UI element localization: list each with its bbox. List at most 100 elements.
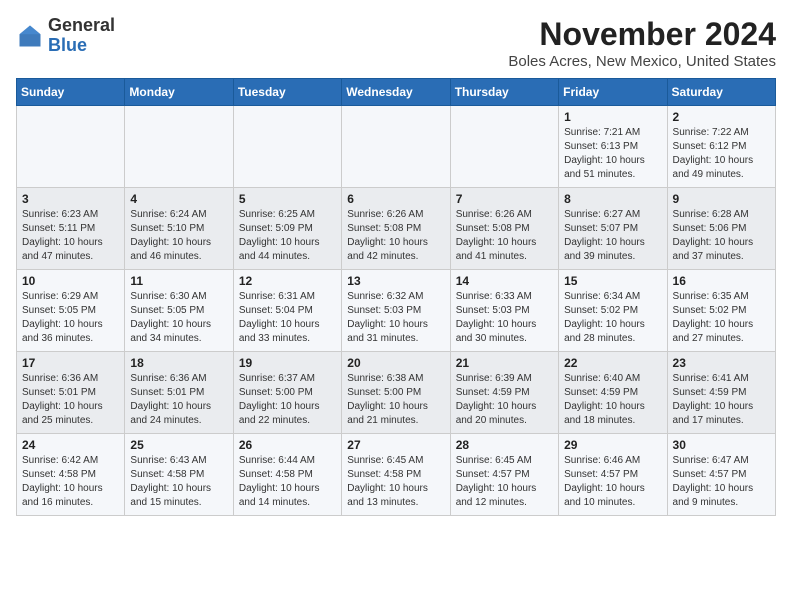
cell-info: Sunrise: 6:31 AM Sunset: 5:04 PM Dayligh… [239, 290, 336, 346]
week-row-5: 24 Sunrise: 6:42 AM Sunset: 4:58 PM Dayli… [17, 434, 776, 516]
weekday-header-row: SundayMondayTuesdayWednesdayThursdayFrid… [17, 79, 776, 106]
calendar-cell: 29 Sunrise: 6:46 AM Sunset: 4:57 PM Dayli… [559, 434, 667, 516]
calendar-cell [342, 106, 450, 188]
calendar-cell: 25 Sunrise: 6:43 AM Sunset: 4:58 PM Dayli… [125, 434, 233, 516]
calendar-cell: 18 Sunrise: 6:36 AM Sunset: 5:01 PM Dayli… [125, 352, 233, 434]
day-number: 7 [456, 192, 553, 206]
day-number: 16 [673, 274, 770, 288]
calendar-cell: 9 Sunrise: 6:28 AM Sunset: 5:06 PM Daylig… [667, 188, 775, 270]
week-row-3: 10 Sunrise: 6:29 AM Sunset: 5:05 PM Dayli… [17, 270, 776, 352]
calendar-cell: 2 Sunrise: 7:22 AM Sunset: 6:12 PM Daylig… [667, 106, 775, 188]
logo-text: General Blue [48, 16, 115, 56]
week-row-1: 1 Sunrise: 7:21 AM Sunset: 6:13 PM Daylig… [17, 106, 776, 188]
calendar-cell: 22 Sunrise: 6:40 AM Sunset: 4:59 PM Dayli… [559, 352, 667, 434]
day-number: 11 [130, 274, 227, 288]
weekday-header-thursday: Thursday [450, 79, 558, 106]
cell-info: Sunrise: 6:45 AM Sunset: 4:58 PM Dayligh… [347, 454, 444, 510]
calendar-cell: 6Sunrise: 6:26 AM Sunset: 5:08 PM Daylig… [342, 188, 450, 270]
week-row-2: 3Sunrise: 6:23 AM Sunset: 5:11 PM Daylig… [17, 188, 776, 270]
cell-info: Sunrise: 6:36 AM Sunset: 5:01 PM Dayligh… [130, 372, 227, 428]
cell-info: Sunrise: 6:43 AM Sunset: 4:58 PM Dayligh… [130, 454, 227, 510]
calendar-cell: 15Sunrise: 6:34 AM Sunset: 5:02 PM Dayli… [559, 270, 667, 352]
cell-info: Sunrise: 6:38 AM Sunset: 5:00 PM Dayligh… [347, 372, 444, 428]
calendar-cell: 3Sunrise: 6:23 AM Sunset: 5:11 PM Daylig… [17, 188, 125, 270]
day-number: 10 [22, 274, 119, 288]
day-number: 18 [130, 356, 227, 370]
day-number: 1 [564, 110, 661, 124]
cell-info: Sunrise: 6:33 AM Sunset: 5:03 PM Dayligh… [456, 290, 553, 346]
day-number: 4 [130, 192, 227, 206]
week-row-4: 17 Sunrise: 6:36 AM Sunset: 5:01 PM Dayli… [17, 352, 776, 434]
month-title: November 2024 [508, 16, 776, 53]
day-number: 30 [673, 438, 770, 452]
cell-info: Sunrise: 6:42 AM Sunset: 4:58 PM Dayligh… [22, 454, 119, 510]
cell-info: Sunrise: 6:44 AM Sunset: 4:58 PM Dayligh… [239, 454, 336, 510]
calendar-cell [233, 106, 341, 188]
day-number: 12 [239, 274, 336, 288]
day-number: 5 [239, 192, 336, 206]
cell-info: Sunrise: 6:24 AM Sunset: 5:10 PM Dayligh… [130, 208, 227, 264]
logo: General Blue [16, 16, 115, 56]
day-number: 24 [22, 438, 119, 452]
cell-info: Sunrise: 6:40 AM Sunset: 4:59 PM Dayligh… [564, 372, 661, 428]
cell-info: Sunrise: 6:28 AM Sunset: 5:06 PM Dayligh… [673, 208, 770, 264]
day-number: 3 [22, 192, 119, 206]
calendar-cell [17, 106, 125, 188]
day-number: 17 [22, 356, 119, 370]
day-number: 9 [673, 192, 770, 206]
cell-info: Sunrise: 6:45 AM Sunset: 4:57 PM Dayligh… [456, 454, 553, 510]
day-number: 26 [239, 438, 336, 452]
cell-info: Sunrise: 7:21 AM Sunset: 6:13 PM Dayligh… [564, 126, 661, 182]
day-number: 6 [347, 192, 444, 206]
cell-info: Sunrise: 6:29 AM Sunset: 5:05 PM Dayligh… [22, 290, 119, 346]
cell-info: Sunrise: 6:37 AM Sunset: 5:00 PM Dayligh… [239, 372, 336, 428]
calendar-table: SundayMondayTuesdayWednesdayThursdayFrid… [16, 78, 776, 516]
calendar-cell: 1 Sunrise: 7:21 AM Sunset: 6:13 PM Daylig… [559, 106, 667, 188]
day-number: 27 [347, 438, 444, 452]
day-number: 2 [673, 110, 770, 124]
day-number: 21 [456, 356, 553, 370]
calendar-cell: 12 Sunrise: 6:31 AM Sunset: 5:04 PM Dayli… [233, 270, 341, 352]
weekday-header-wednesday: Wednesday [342, 79, 450, 106]
logo-blue: Blue [48, 36, 115, 56]
calendar-cell: 10 Sunrise: 6:29 AM Sunset: 5:05 PM Dayli… [17, 270, 125, 352]
calendar-cell [125, 106, 233, 188]
day-number: 14 [456, 274, 553, 288]
cell-info: Sunrise: 6:27 AM Sunset: 5:07 PM Dayligh… [564, 208, 661, 264]
cell-info: Sunrise: 6:39 AM Sunset: 4:59 PM Dayligh… [456, 372, 553, 428]
calendar-cell [450, 106, 558, 188]
calendar-cell: 13Sunrise: 6:32 AM Sunset: 5:03 PM Dayli… [342, 270, 450, 352]
calendar-cell: 23 Sunrise: 6:41 AM Sunset: 4:59 PM Dayli… [667, 352, 775, 434]
calendar-cell: 26 Sunrise: 6:44 AM Sunset: 4:58 PM Dayli… [233, 434, 341, 516]
calendar-cell: 30Sunrise: 6:47 AM Sunset: 4:57 PM Dayli… [667, 434, 775, 516]
calendar-cell: 28 Sunrise: 6:45 AM Sunset: 4:57 PM Dayli… [450, 434, 558, 516]
cell-info: Sunrise: 6:46 AM Sunset: 4:57 PM Dayligh… [564, 454, 661, 510]
day-number: 22 [564, 356, 661, 370]
calendar-cell: 24 Sunrise: 6:42 AM Sunset: 4:58 PM Dayli… [17, 434, 125, 516]
cell-info: Sunrise: 7:22 AM Sunset: 6:12 PM Dayligh… [673, 126, 770, 182]
weekday-header-saturday: Saturday [667, 79, 775, 106]
day-number: 19 [239, 356, 336, 370]
day-number: 13 [347, 274, 444, 288]
calendar-cell: 21 Sunrise: 6:39 AM Sunset: 4:59 PM Dayli… [450, 352, 558, 434]
logo-icon [16, 22, 44, 50]
weekday-header-friday: Friday [559, 79, 667, 106]
weekday-header-tuesday: Tuesday [233, 79, 341, 106]
calendar-cell: 11Sunrise: 6:30 AM Sunset: 5:05 PM Dayli… [125, 270, 233, 352]
day-number: 23 [673, 356, 770, 370]
cell-info: Sunrise: 6:25 AM Sunset: 5:09 PM Dayligh… [239, 208, 336, 264]
cell-info: Sunrise: 6:36 AM Sunset: 5:01 PM Dayligh… [22, 372, 119, 428]
day-number: 20 [347, 356, 444, 370]
calendar-cell: 20 Sunrise: 6:38 AM Sunset: 5:00 PM Dayli… [342, 352, 450, 434]
location: Boles Acres, New Mexico, United States [508, 53, 776, 70]
calendar-cell: 4 Sunrise: 6:24 AM Sunset: 5:10 PM Daylig… [125, 188, 233, 270]
calendar-cell: 8Sunrise: 6:27 AM Sunset: 5:07 PM Daylig… [559, 188, 667, 270]
day-number: 25 [130, 438, 227, 452]
day-number: 29 [564, 438, 661, 452]
calendar-cell: 16Sunrise: 6:35 AM Sunset: 5:02 PM Dayli… [667, 270, 775, 352]
calendar-cell: 19 Sunrise: 6:37 AM Sunset: 5:00 PM Dayli… [233, 352, 341, 434]
cell-info: Sunrise: 6:41 AM Sunset: 4:59 PM Dayligh… [673, 372, 770, 428]
cell-info: Sunrise: 6:34 AM Sunset: 5:02 PM Dayligh… [564, 290, 661, 346]
day-number: 28 [456, 438, 553, 452]
calendar-cell: 14 Sunrise: 6:33 AM Sunset: 5:03 PM Dayli… [450, 270, 558, 352]
